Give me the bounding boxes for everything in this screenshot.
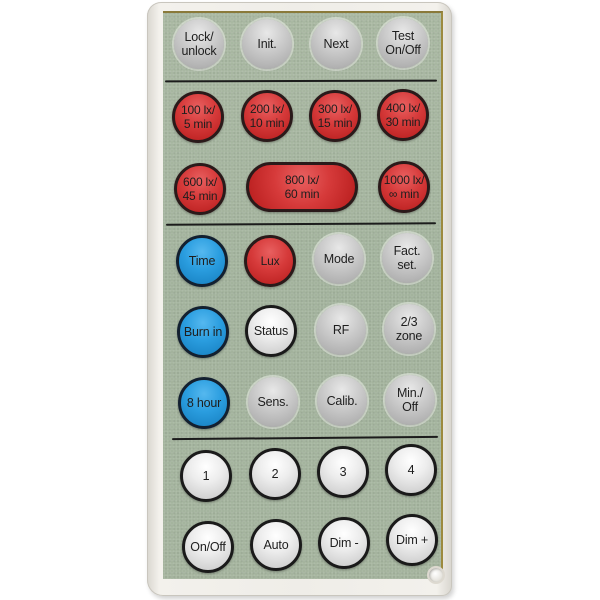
button-label: On/Off [190, 540, 226, 554]
button-label: 1000 lx/ ∞ min [383, 173, 425, 201]
button-label: RF [332, 323, 350, 337]
burn-in-button[interactable]: Burn in [177, 306, 229, 358]
button-label: 2 [271, 467, 279, 481]
button-label: Dim + [396, 533, 428, 547]
button-label: 8 hour [186, 396, 222, 410]
button-label: Init. [257, 37, 277, 51]
button-label: 3 [339, 465, 347, 479]
button-label: Time [188, 254, 216, 268]
preset-800lx-60min-button[interactable]: 800 lx/ 60 min [246, 162, 358, 212]
dim-minus-button[interactable]: Dim - [318, 517, 370, 569]
preset-300lx-15min-button[interactable]: 300 lx/ 15 min [309, 90, 361, 142]
preset-200lx-10min-button[interactable]: 200 lx/ 10 min [241, 90, 293, 142]
channel-3-button[interactable]: 3 [317, 446, 369, 498]
sensitivity-button[interactable]: Sens. [248, 377, 298, 427]
auto-button[interactable]: Auto [250, 519, 302, 571]
button-label: 800 lx/ 60 min [284, 173, 320, 201]
lanyard-hole [427, 566, 445, 584]
button-label: 200 lx/ 10 min [249, 102, 285, 130]
button-label: 100 lx/ 5 min [181, 103, 215, 131]
button-label: Status [253, 324, 289, 338]
test-on-off-button[interactable]: Test On/Off [378, 18, 428, 68]
min-off-button[interactable]: Min./ Off [385, 375, 435, 425]
status-button[interactable]: Status [245, 305, 297, 357]
init-button[interactable]: Init. [242, 19, 292, 69]
on-off-button[interactable]: On/Off [182, 521, 234, 573]
channel-2-button[interactable]: 2 [249, 448, 301, 500]
button-label: Lock/ unlock [181, 30, 217, 58]
preset-400lx-30min-button[interactable]: 400 lx/ 30 min [377, 89, 429, 141]
lux-button[interactable]: Lux [244, 235, 296, 287]
channel-1-button[interactable]: 1 [180, 450, 232, 502]
button-label: 300 lx/ 15 min [317, 102, 353, 130]
time-button[interactable]: Time [176, 235, 228, 287]
factory-settings-button[interactable]: Fact. set. [382, 233, 432, 283]
button-label: Lux [260, 254, 280, 268]
calibration-button[interactable]: Calib. [317, 376, 367, 426]
button-label: 2/3 zone [395, 315, 423, 343]
button-label: 400 lx/ 30 min [385, 101, 421, 129]
button-label: Mode [323, 252, 355, 266]
button-label: 1 [202, 469, 210, 483]
preset-600lx-45min-button[interactable]: 600 lx/ 45 min [174, 163, 226, 215]
8-hour-button[interactable]: 8 hour [178, 377, 230, 429]
channel-4-button[interactable]: 4 [385, 444, 437, 496]
button-label: Test On/Off [385, 29, 421, 57]
next-button[interactable]: Next [311, 19, 361, 69]
rf-button[interactable]: RF [316, 305, 366, 355]
lock-unlock-button[interactable]: Lock/ unlock [174, 19, 224, 69]
dim-plus-button[interactable]: Dim + [386, 514, 438, 566]
button-label: Calib. [326, 394, 358, 408]
zone-2-3-button[interactable]: 2/3 zone [384, 304, 434, 354]
button-label: Sens. [257, 395, 289, 409]
button-label: Burn in [183, 325, 223, 339]
button-label: Min./ Off [396, 386, 424, 414]
mode-button[interactable]: Mode [314, 234, 364, 284]
preset-100lx-5min-button[interactable]: 100 lx/ 5 min [172, 91, 224, 143]
button-label: 4 [407, 463, 415, 477]
preset-1000lx-infinite-min-button[interactable]: 1000 lx/ ∞ min [378, 161, 430, 213]
button-label: Dim - [329, 536, 359, 550]
button-label: 600 lx/ 45 min [182, 175, 218, 203]
button-label: Next [323, 37, 349, 51]
button-label: Fact. set. [393, 244, 421, 272]
button-label: Auto [263, 538, 289, 552]
